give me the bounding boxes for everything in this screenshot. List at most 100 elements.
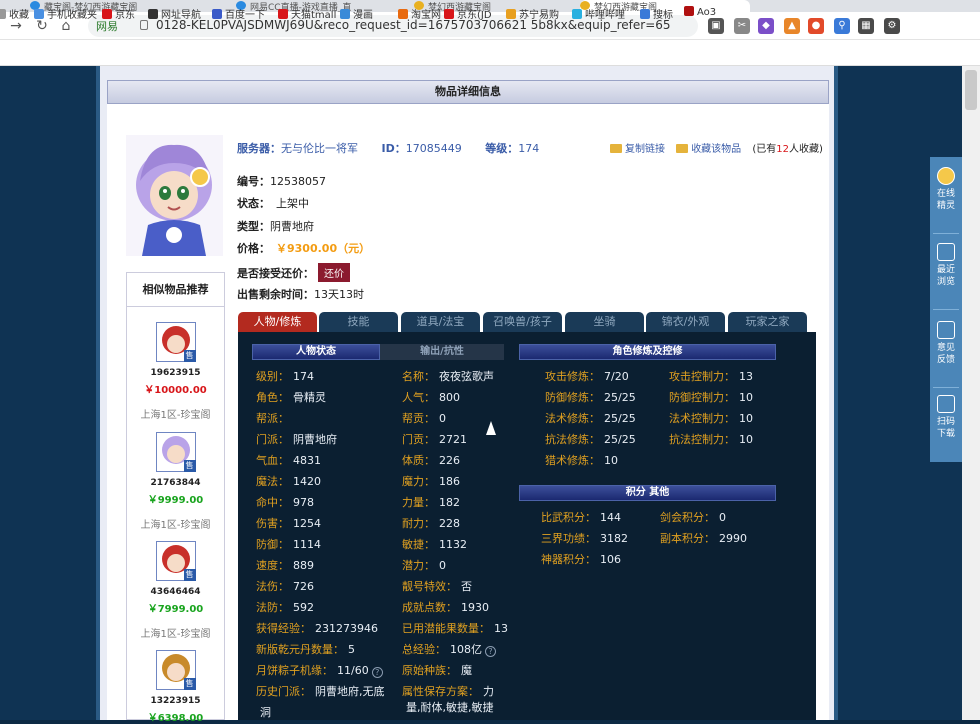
shield-extension-icon[interactable]: ▲ xyxy=(784,18,800,34)
tab-1[interactable]: 人物/修炼 xyxy=(238,312,317,332)
similar-item[interactable]: 售 13223915 ￥6398.00 xyxy=(127,650,224,724)
similar-item-price: ￥7999.00 xyxy=(147,604,204,615)
bookmark-item[interactable]: 哔哩哔哩 xyxy=(572,6,625,21)
sell-tag: 售 xyxy=(183,460,196,472)
stat-row: 法伤： 726 xyxy=(256,578,314,594)
stat-value: 2721 xyxy=(439,433,467,446)
similar-item[interactable]: 售 43646464 ￥7999.00 上海1区-珍宝阁 xyxy=(127,541,224,640)
extension-purple-icon[interactable]: ◆ xyxy=(758,18,774,34)
similar-item-thumbnail[interactable]: 售 xyxy=(155,650,196,690)
help-icon[interactable]: ? xyxy=(485,646,496,657)
stat-value: 10 xyxy=(604,454,618,467)
stat-label: 气血： xyxy=(256,454,289,467)
stat-row: 伤害： 1254 xyxy=(256,515,321,531)
fav-prefix: (已有 xyxy=(752,144,777,155)
bookmark-item[interactable]: 搜标 xyxy=(640,6,673,21)
stat-row: 法防： 592 xyxy=(256,599,314,615)
grid-apps-icon[interactable]: ▦ xyxy=(858,18,874,34)
sidebar-item-4[interactable]: 扫码 下载 xyxy=(930,395,962,440)
stat-value: 231273946 xyxy=(315,622,378,635)
stat-value: 182 xyxy=(439,496,460,509)
stat-row: 帮贡： 0 xyxy=(402,410,446,426)
similar-item-thumbnail[interactable]: 售 xyxy=(155,322,196,362)
fox-extension-icon[interactable]: ● xyxy=(808,18,824,34)
similar-item-id: 19623915 xyxy=(150,368,201,378)
stat-row: 速度： 889 xyxy=(256,557,314,573)
stat-label: 级别： xyxy=(256,370,289,383)
stat-value: 洞 xyxy=(260,706,271,719)
stat-value: 7/20 xyxy=(604,370,629,383)
bookmark-icon xyxy=(212,9,222,19)
tab-6[interactable]: 锦衣/外观 xyxy=(646,312,725,332)
subtab-output-resist[interactable]: 输出/抗性 xyxy=(380,344,504,360)
id-value: 17085449 xyxy=(405,142,462,155)
server-value: 无与伦比一将军 xyxy=(281,142,358,155)
page-scrollbar[interactable] xyxy=(962,66,980,720)
stat-label: 猎术修炼： xyxy=(545,454,600,467)
stat-value: 13 xyxy=(739,370,753,383)
sidebar-item-label: 最近 浏览 xyxy=(936,265,955,287)
bookmark-item[interactable]: Ao3 xyxy=(684,6,716,18)
bookmark-item[interactable]: 收藏 xyxy=(0,6,29,21)
bookmark-item[interactable]: 百度一下 xyxy=(212,6,265,21)
bookmark-item[interactable]: 京东(JD xyxy=(444,6,492,21)
bargain-button[interactable]: 还价 xyxy=(318,263,350,282)
similar-item-thumbnail[interactable]: 售 xyxy=(155,432,196,472)
bargain-label: 是否接受还价： xyxy=(237,267,314,280)
stat-row: 历史门派： 阴曹地府,无底 xyxy=(256,683,385,699)
similar-item[interactable]: 售 19623915 ￥10000.00 上海1区-珍宝阁 xyxy=(127,322,224,421)
stat-row: 名称： 夜夜弦歌声 xyxy=(402,368,494,384)
bookmark-label: Ao3 xyxy=(697,7,717,18)
stat-row: 成就点数： 1930 xyxy=(402,599,489,615)
scrollbar-thumb[interactable] xyxy=(965,70,977,110)
stat-value: 11/60 xyxy=(337,664,369,677)
bookmark-item[interactable]: 苏宁易购 xyxy=(506,6,559,21)
sidebar-item-1[interactable]: 在线 精灵 xyxy=(930,167,962,212)
stat-row: 剑会积分： 0 xyxy=(660,509,726,525)
stat-row: 原始种族： 魔 xyxy=(402,662,472,678)
help-icon[interactable]: ? xyxy=(371,667,383,678)
item-summary-line: 服务器：无与伦比一将军 ID：17085449 等级：174 xyxy=(237,140,539,156)
cut-icon[interactable]: ✂ xyxy=(734,18,750,34)
stat-value: 25/25 xyxy=(604,391,636,404)
sidebar-divider xyxy=(933,233,959,234)
favorite-count: (已有12人收藏) xyxy=(752,144,823,155)
bookmark-item[interactable]: 网址导航 xyxy=(148,6,201,21)
stat-row: 法术控制力： 10 xyxy=(669,410,753,426)
scan-icon xyxy=(937,395,955,413)
tab-5[interactable]: 坐骑 xyxy=(565,312,644,332)
search-extension-icon[interactable]: ⚲ xyxy=(834,18,850,34)
similar-item-thumbnail[interactable]: 售 xyxy=(155,541,196,581)
similar-item[interactable]: 售 21763844 ￥9999.00 上海1区-珍宝阁 xyxy=(127,432,224,531)
subtab-character-status[interactable]: 人物状态 xyxy=(252,344,380,360)
bookmark-item[interactable]: 漫画 xyxy=(340,6,373,21)
bookmark-icon xyxy=(444,9,454,19)
bookmark-item[interactable]: 京东 xyxy=(102,6,135,21)
tab-3[interactable]: 道具/法宝 xyxy=(401,312,480,332)
stat-label: 体质： xyxy=(402,454,435,467)
bookmark-icon xyxy=(340,9,350,19)
sidebar-item-2[interactable]: 最近 浏览 xyxy=(930,243,962,288)
points-header: 积分 其他 xyxy=(519,485,776,501)
stat-value: 25/25 xyxy=(604,433,636,446)
stat-label: 抗法控制力： xyxy=(669,433,735,446)
reader-icon[interactable]: ▣ xyxy=(708,18,724,34)
favorite-label: 收藏该物品 xyxy=(691,144,742,155)
stat-row: 三界功绩： 3182 xyxy=(541,530,628,546)
stat-value: 阴曹地府 xyxy=(293,433,337,446)
tab-4[interactable]: 召唤兽/孩子 xyxy=(483,312,562,332)
settings-gear-icon[interactable]: ⚙ xyxy=(884,18,900,34)
similar-item-price: ￥6398.00 xyxy=(147,713,204,724)
bookmark-item[interactable]: 天猫tmall xyxy=(278,6,336,21)
tab-2[interactable]: 技能 xyxy=(319,312,398,332)
stat-label: 神器积分： xyxy=(541,553,596,566)
tab-7[interactable]: 玩家之家 xyxy=(728,312,807,332)
bookmark-item[interactable]: 手机收藏夹 xyxy=(34,6,97,21)
sidebar-item-3[interactable]: 意见 反馈 xyxy=(930,321,962,366)
favorite-button[interactable]: 收藏该物品 xyxy=(676,144,741,155)
stat-value: 10 xyxy=(739,412,753,425)
similar-item-id: 13223915 xyxy=(150,696,201,706)
stat-label: 已用潜能果数量： xyxy=(402,622,490,635)
bookmark-item[interactable]: 淘宝网 xyxy=(398,6,441,21)
copy-link-button[interactable]: 复制链接 xyxy=(610,144,665,155)
